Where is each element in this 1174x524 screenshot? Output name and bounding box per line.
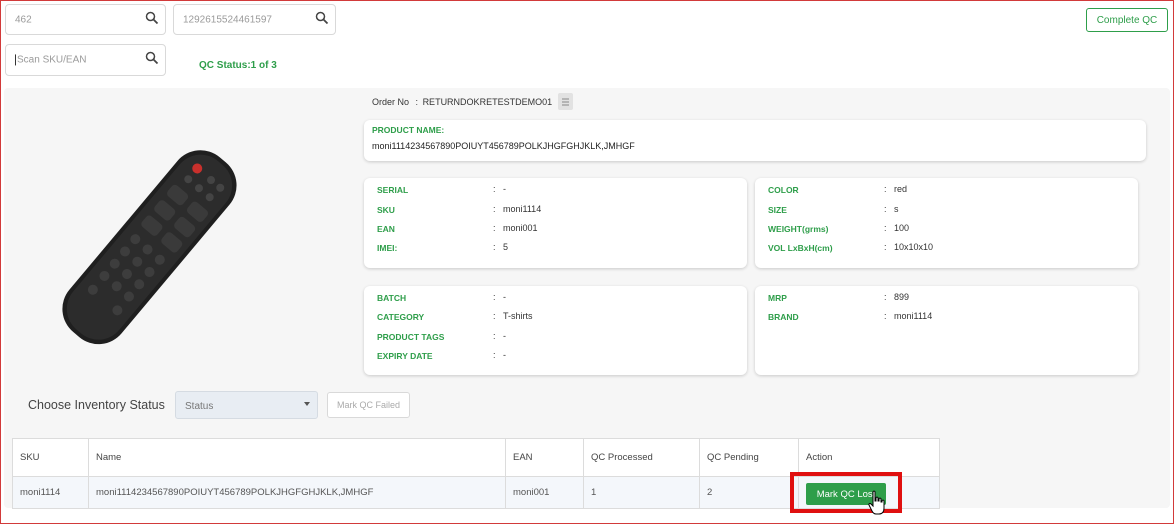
colon: : [884, 242, 887, 252]
search-icon[interactable] [145, 51, 159, 65]
complete-qc-button[interactable]: Complete QC [1086, 8, 1168, 32]
tracking-filter-field[interactable]: 1292615524461597 [173, 4, 336, 35]
volume-value: 10x10x10 [894, 242, 934, 252]
colon: : [493, 223, 496, 233]
order-separator: : [415, 97, 419, 107]
document-icon[interactable] [558, 93, 573, 110]
order-value: RETURNDOKRETESTDEMO01 [422, 97, 553, 107]
volume-label: VOL LxBxH(cm) [768, 243, 833, 253]
chevron-down-icon [304, 402, 310, 406]
price-card: MRP : 899 BRAND : moni1114 [755, 286, 1138, 375]
colon: : [493, 184, 496, 194]
colon: : [493, 292, 496, 302]
product-tags-value: - [503, 331, 506, 341]
colon: : [493, 242, 496, 252]
table-header-row: SKU Name EAN QC Processed QC Pending Act… [12, 438, 940, 477]
scan-placeholder-wrap: Scan SKU/EAN [15, 54, 87, 66]
hand-pointer-icon [868, 490, 885, 515]
product-name-label: PRODUCT NAME: [372, 125, 445, 135]
batch-card: BATCH : - CATEGORY : T-shirts PRODUCT TA… [364, 286, 747, 375]
ean-label: EAN [377, 224, 395, 234]
ean-value: moni001 [503, 223, 538, 233]
scan-sku-ean-input[interactable]: Scan SKU/EAN [5, 44, 166, 76]
details-card-left: SERIAL : - SKU : moni1114 EAN : moni001 … [364, 178, 747, 268]
size-label: SIZE [768, 205, 787, 215]
batch-value: - [503, 292, 506, 302]
size-value: s [894, 204, 899, 214]
col-ean-header: EAN [505, 438, 584, 477]
weight-value: 100 [894, 223, 910, 233]
brand-value: moni1114 [894, 311, 933, 321]
cell-ean: moni001 [505, 476, 584, 509]
choose-inventory-status-label: Choose Inventory Status [28, 398, 165, 412]
color-label: COLOR [768, 185, 799, 195]
cell-qc-processed: 1 [583, 476, 700, 509]
colon: : [493, 331, 496, 341]
color-value: red [894, 184, 908, 194]
brand-label: BRAND [768, 312, 799, 322]
product-name-value: moni1114234567890POIUYT456789POLKJHGFGHJ… [372, 141, 635, 151]
col-action-header: Action [798, 438, 940, 477]
status-placeholder: Status [185, 401, 214, 412]
colon: : [493, 350, 496, 360]
category-label: CATEGORY [377, 312, 425, 322]
colon: : [884, 184, 887, 194]
search-icon[interactable] [145, 11, 159, 25]
sku-label: SKU [377, 205, 395, 215]
expiry-value: - [503, 350, 506, 360]
inventory-status-select[interactable]: Status [175, 391, 318, 419]
qc-status-text: QC Status:1 of 3 [199, 60, 277, 71]
order-label: Order No [372, 97, 410, 107]
colon: : [884, 311, 887, 321]
cell-name: moni1114234567890POIUYT456789POLKJHGFGHJ… [88, 476, 506, 509]
details-card-right: COLOR : red SIZE : s WEIGHT(grms) : 100 … [755, 178, 1138, 268]
product-name-card: PRODUCT NAME: moni1114234567890POIUYT456… [364, 120, 1146, 161]
batch-label: BATCH [377, 293, 407, 303]
mrp-value: 899 [894, 292, 910, 302]
colon: : [493, 204, 496, 214]
imei-label: IMEI: [377, 243, 398, 253]
col-qc-processed-header: QC Processed [583, 438, 700, 477]
sku-value: moni1114 [503, 204, 542, 214]
tracking-filter-value: 1292615524461597 [183, 14, 272, 25]
scan-placeholder: Scan SKU/EAN [17, 54, 87, 66]
col-name-header: Name [88, 438, 506, 477]
search-icon[interactable] [315, 11, 329, 25]
order-filter-field[interactable]: 462 [5, 4, 166, 35]
imei-value: 5 [503, 242, 509, 252]
serial-label: SERIAL [377, 185, 409, 195]
col-qc-pending-header: QC Pending [699, 438, 799, 477]
expiry-label: EXPIRY DATE [377, 351, 433, 361]
product-image [62, 150, 237, 345]
order-number: Order No : RETURNDOKRETESTDEMO01 [372, 97, 552, 107]
colon: : [884, 223, 887, 233]
colon: : [884, 204, 887, 214]
mark-qc-failed-button[interactable]: Mark QC Failed [327, 392, 410, 418]
cell-sku: moni1114 [12, 476, 89, 509]
order-filter-value: 462 [15, 14, 32, 25]
colon: : [493, 311, 496, 321]
mrp-label: MRP [768, 293, 787, 303]
product-tags-label: PRODUCT TAGS [377, 332, 445, 342]
col-sku-header: SKU [12, 438, 89, 477]
colon: : [884, 292, 887, 302]
weight-label: WEIGHT(grms) [768, 224, 829, 234]
text-caret [15, 54, 16, 66]
cell-qc-pending: 2 [699, 476, 799, 509]
category-value: T-shirts [503, 311, 533, 321]
serial-value: - [503, 184, 506, 194]
